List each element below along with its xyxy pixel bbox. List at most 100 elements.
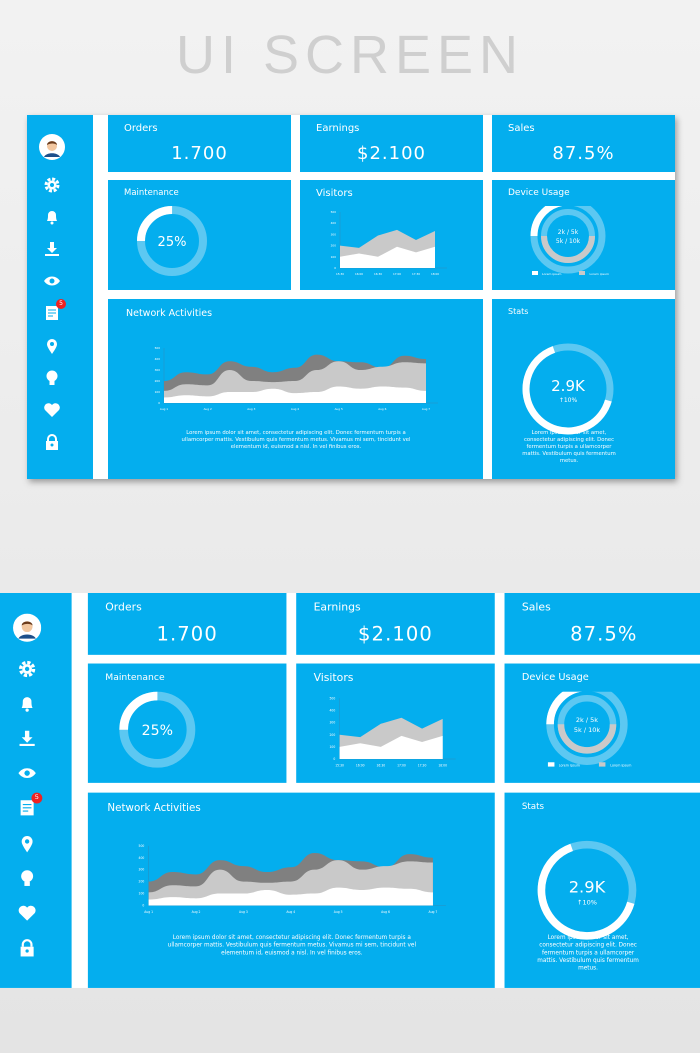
x-tick-label: Aug 1 [144, 910, 153, 914]
x-tick-label: Aug 2 [204, 407, 212, 411]
notification-badge: 5 [56, 299, 66, 309]
earnings-card[interactable]: Earnings $2.100 [296, 593, 495, 655]
device-legend: Lorem ipsum Lorem ipsum [532, 271, 609, 276]
gear-icon[interactable] [43, 176, 61, 194]
x-tick-label: Aug 7 [422, 407, 430, 411]
legend-item: Lorem ipsum [532, 271, 561, 276]
device-line2: 5k / 10k [574, 726, 600, 734]
device-line2: 5k / 10k [556, 238, 581, 245]
y-tick-label: 400 [139, 856, 145, 860]
y-tick-label: 500 [139, 844, 145, 848]
x-tick-label: Aug 2 [192, 910, 201, 914]
x-tick-label: 17:30 [418, 764, 427, 768]
eye-icon[interactable] [43, 272, 61, 290]
y-tick-label: 300 [331, 232, 337, 236]
device-usage-label: Device Usage [521, 672, 589, 684]
y-tick-label: 500 [155, 346, 161, 350]
stats-card: Stats 2.9K ↑10% Lorem ipsum dolor sit ame… [492, 299, 675, 479]
sales-label: Sales [508, 123, 535, 134]
orders-label: Orders [124, 123, 158, 134]
network-activities-card: Network Activities 0 100 200 300 400 500 Aug 1… [87, 792, 495, 988]
orders-label: Orders [105, 601, 142, 614]
location-pin-icon[interactable] [43, 337, 61, 355]
x-tick-label: Aug 1 [160, 407, 168, 411]
x-tick-label: 15:30 [335, 764, 344, 768]
x-tick-label: 16:00 [356, 764, 365, 768]
dashboard-preview: 5 Orders 1.700 Earnings $2.100 Sales 87.5% … [27, 115, 675, 479]
visitors-card: Visitors 0 100 200 300 400 500 15:30 16:00 16:30… [296, 663, 495, 783]
device-usage-donut: 2k / 5k 5k / 10k [530, 206, 606, 274]
y-tick-label: 200 [331, 244, 337, 248]
x-tick-label: 18:00 [431, 272, 439, 276]
heart-icon[interactable] [43, 401, 61, 419]
x-tick-label: 16:00 [355, 272, 363, 276]
network-description: Lorem ipsum dolor sit amet, consectetur … [181, 430, 411, 450]
maintenance-value: 25% [158, 235, 187, 250]
earnings-value: $2.100 [358, 623, 433, 647]
y-tick-label: 400 [331, 221, 337, 225]
y-tick-label: 200 [329, 733, 335, 737]
document-icon[interactable]: 5 [17, 792, 43, 818]
y-tick-label: 100 [139, 892, 145, 896]
y-tick-label: 300 [155, 368, 161, 372]
stats-change: ↑10% [559, 397, 578, 404]
x-tick-label: Aug 3 [239, 910, 248, 914]
x-tick-label: Aug 4 [291, 407, 299, 411]
maintenance-value: 25% [142, 723, 173, 739]
y-tick-label: 500 [329, 696, 335, 700]
lightbulb-icon[interactable] [17, 869, 37, 889]
lock-icon[interactable] [43, 433, 61, 451]
avatar[interactable] [13, 613, 42, 642]
x-tick-label: 15:30 [336, 272, 344, 276]
y-tick-label: 0 [333, 757, 335, 761]
stats-donut: 2.9K ↑10% [522, 343, 614, 435]
earnings-card[interactable]: Earnings $2.100 [300, 115, 483, 172]
device-line1: 2k / 5k [576, 716, 598, 724]
stats-description: Lorem ipsum dolor sit amet, consectetur … [522, 430, 616, 464]
x-tick-label: 17:00 [397, 764, 406, 768]
earnings-value: $2.100 [357, 143, 426, 164]
dashboard-full: 5 Orders 1.700 Earnings $2.100 Sales 87.5% … [0, 593, 700, 988]
x-tick-label: Aug 5 [335, 407, 343, 411]
visitors-chart: 0 100 200 300 400 500 15:30 16:00 16:30 17:00 17:3… [331, 210, 447, 276]
download-icon[interactable] [43, 240, 61, 258]
lock-icon[interactable] [17, 938, 37, 958]
maintenance-label: Maintenance [105, 672, 165, 684]
bell-icon[interactable] [43, 208, 61, 226]
eye-icon[interactable] [17, 763, 37, 783]
gear-icon[interactable] [17, 659, 37, 679]
stats-label: Stats [521, 801, 545, 812]
location-pin-icon[interactable] [17, 834, 37, 854]
bell-icon[interactable] [17, 694, 37, 714]
stats-card: Stats 2.9K ↑10% Lorem ipsum dolor sit ame… [504, 792, 700, 988]
orders-card[interactable]: Orders 1.700 [87, 593, 287, 655]
sales-value: 87.5% [570, 623, 638, 647]
avatar[interactable] [39, 134, 65, 160]
orders-card[interactable]: Orders 1.700 [108, 115, 291, 172]
legend-item: Lorem ipsum [599, 762, 631, 768]
lightbulb-icon[interactable] [43, 369, 61, 387]
document-icon[interactable]: 5 [43, 299, 66, 322]
maintenance-donut: 25% [119, 691, 196, 768]
x-tick-label: Aug 4 [286, 910, 295, 914]
maintenance-donut: 25% [137, 206, 207, 276]
x-tick-label: Aug 7 [429, 910, 438, 914]
y-tick-label: 100 [329, 745, 335, 749]
maintenance-label: Maintenance [124, 188, 179, 198]
orders-value: 1.700 [171, 143, 228, 164]
x-tick-label: Aug 3 [247, 407, 255, 411]
y-tick-label: 200 [155, 379, 161, 383]
stats-change: ↑10% [577, 898, 597, 906]
sidebar: 5 [27, 115, 93, 479]
legend-item: Lorem ipsum [547, 762, 580, 768]
sales-card[interactable]: Sales 87.5% [504, 593, 700, 655]
download-icon[interactable] [17, 729, 37, 749]
y-tick-label: 300 [329, 721, 335, 725]
y-tick-label: 0 [142, 904, 144, 908]
heart-icon[interactable] [17, 903, 37, 923]
x-tick-label: 16:30 [376, 764, 385, 768]
sales-card[interactable]: Sales 87.5% [492, 115, 675, 172]
device-usage-card: Device Usage 2k / 5k 5k / 10k Lorem ipsu… [504, 663, 700, 783]
network-chart: 0 100 200 300 400 500 Aug 1 Aug 2 Aug 3 Aug 4 Aug … [155, 346, 438, 411]
stats-donut: 2.9K ↑10% [537, 840, 637, 940]
